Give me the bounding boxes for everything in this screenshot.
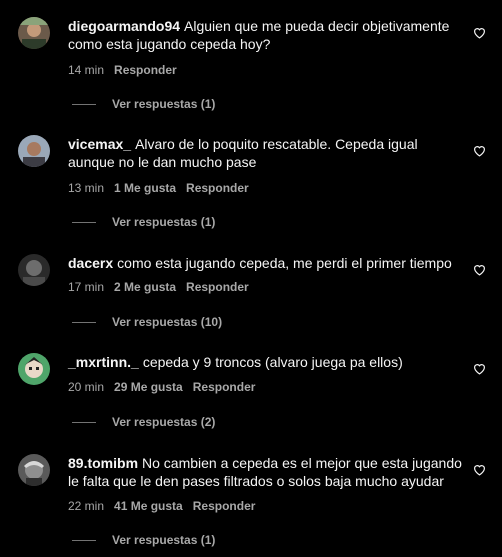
view-replies-label: Ver respuestas (1)	[112, 97, 216, 111]
view-replies-label: Ver respuestas (2)	[112, 415, 216, 429]
reply-button[interactable]: Responder	[186, 181, 249, 195]
avatar[interactable]	[18, 135, 50, 167]
heart-icon[interactable]	[473, 464, 486, 476]
comment-likes[interactable]: 2 Me gusta	[114, 280, 176, 294]
heart-icon[interactable]	[473, 363, 486, 375]
view-replies-label: Ver respuestas (1)	[112, 533, 216, 547]
reply-button[interactable]: Responder	[186, 280, 249, 294]
comment-likes[interactable]: 29 Me gusta	[114, 380, 183, 394]
reply-button[interactable]: Responder	[193, 499, 256, 513]
comment-meta: 20 min 29 Me gusta Responder	[68, 380, 265, 394]
comment-time: 17 min	[68, 280, 105, 294]
view-replies-button[interactable]: Ver respuestas (2)	[72, 415, 215, 429]
reply-button[interactable]: Responder	[114, 63, 177, 77]
comment-text-block: vicemax_ Alvaro de lo poquito rescatable.…	[68, 135, 462, 171]
comment-text-block: 89.tomibm No cambien a cepeda es el mejor…	[68, 454, 462, 490]
comment-likes[interactable]: 41 Me gusta	[114, 499, 183, 513]
comment-text: como esta jugando cepeda, me perdi el pr…	[117, 255, 452, 271]
view-replies-button[interactable]: Ver respuestas (1)	[72, 215, 215, 229]
avatar[interactable]	[18, 353, 50, 385]
avatar[interactable]	[18, 254, 50, 286]
replies-divider	[72, 321, 96, 323]
comment-meta: 17 min 2 Me gusta Responder	[68, 280, 259, 294]
comment-text-block: diegoarmando94 Alguien que me pueda decir…	[68, 17, 462, 53]
comment-username[interactable]: vicemax_	[68, 136, 131, 152]
comment-text-block: dacerx como esta jugando cepeda, me perdi…	[68, 254, 462, 272]
comment-text: cepeda y 9 troncos (alvaro juega pa ello…	[142, 354, 403, 370]
replies-divider	[72, 421, 96, 423]
comment-username[interactable]: _mxrtinn._	[68, 354, 139, 370]
replies-divider	[72, 221, 96, 223]
heart-icon[interactable]	[473, 27, 486, 39]
avatar[interactable]	[18, 17, 50, 49]
replies-divider	[72, 103, 96, 105]
comment-meta: 14 min Responder	[68, 63, 187, 77]
comment-likes[interactable]: 1 Me gusta	[114, 181, 176, 195]
comment-username[interactable]: diegoarmando94	[68, 18, 180, 34]
view-replies-button[interactable]: Ver respuestas (1)	[72, 533, 215, 547]
avatar[interactable]	[18, 454, 50, 486]
comment-time: 22 min	[68, 499, 105, 513]
comment-username[interactable]: 89.tomibm	[68, 455, 138, 471]
heart-icon[interactable]	[473, 264, 486, 276]
comment-time: 13 min	[68, 181, 105, 195]
view-replies-button[interactable]: Ver respuestas (1)	[72, 97, 215, 111]
heart-icon[interactable]	[473, 145, 486, 157]
comment-time: 14 min	[68, 63, 105, 77]
view-replies-label: Ver respuestas (10)	[112, 315, 223, 329]
comment-time: 20 min	[68, 380, 105, 394]
reply-button[interactable]: Responder	[193, 380, 256, 394]
comment-meta: 22 min 41 Me gusta Responder	[68, 499, 265, 513]
view-replies-button[interactable]: Ver respuestas (10)	[72, 315, 222, 329]
comment-text-block: _mxrtinn._ cepeda y 9 troncos (alvaro jue…	[68, 353, 462, 371]
comment-username[interactable]: dacerx	[68, 255, 113, 271]
comment-meta: 13 min 1 Me gusta Responder	[68, 181, 259, 195]
view-replies-label: Ver respuestas (1)	[112, 215, 216, 229]
replies-divider	[72, 539, 96, 541]
